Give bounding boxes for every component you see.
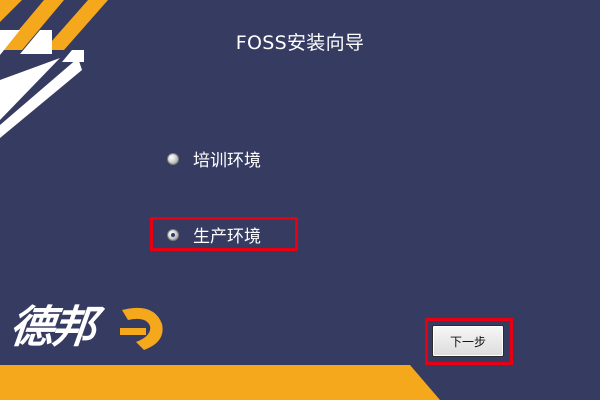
installer-wizard-page: FOSS安装向导 培训环境 生产环境 下一步 德邦: [0, 0, 600, 400]
brand-logo-text: 德邦: [7, 302, 97, 353]
brand-logo-mark-icon: [120, 307, 163, 350]
